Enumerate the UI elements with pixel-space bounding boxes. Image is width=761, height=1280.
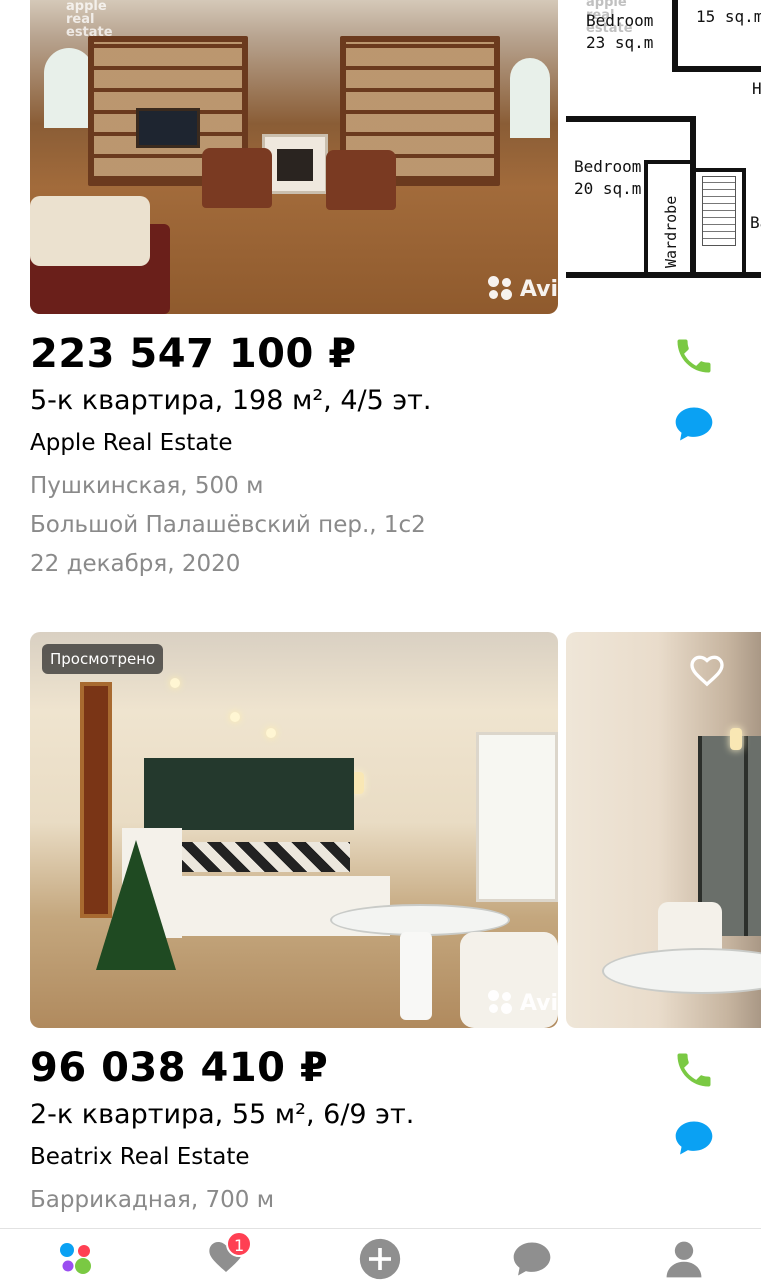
- backsplash-tiles: [180, 842, 350, 872]
- listing-agency: Apple Real Estate: [30, 430, 233, 456]
- chat-bubble-icon: [513, 1242, 551, 1276]
- floorplan-room-label: H: [752, 79, 761, 98]
- phone-icon: [677, 1053, 711, 1087]
- christmas-tree: [96, 840, 176, 970]
- phone-icon: [677, 339, 711, 373]
- favorite-button[interactable]: [687, 650, 727, 690]
- stairs: [702, 176, 736, 246]
- tab-messages[interactable]: [510, 1237, 554, 1280]
- listing-1-info[interactable]: 223 547 100 ₽ 5-к квартира, 198 м², 4/5 …: [30, 330, 431, 579]
- avito-dots-icon: [487, 276, 514, 302]
- message-button[interactable]: [672, 1116, 716, 1160]
- listing-title[interactable]: 2-к квартира, 55 м², 6/9 эт.: [30, 1098, 414, 1132]
- bottom-tab-bar: 1: [0, 1228, 761, 1280]
- window: [44, 48, 94, 128]
- favorites-count-badge: 1: [226, 1231, 253, 1257]
- listing-title[interactable]: 5-к квартира, 198 м², 4/5 эт.: [30, 384, 431, 418]
- listing-1-photo-living-room[interactable]: apple real estate Avi: [30, 0, 558, 314]
- tab-add[interactable]: [358, 1237, 402, 1280]
- table-leg: [400, 932, 432, 1020]
- armchair: [202, 148, 272, 208]
- floorplan-wardrobe-label: Wardrobe: [662, 195, 680, 268]
- listing-agency: Beatrix Real Estate: [30, 1144, 250, 1170]
- listing-2-info[interactable]: 96 038 410 ₽ 2-к квартира, 55 м², 6/9 эт…: [30, 1044, 414, 1215]
- brand-mark-text: Avi: [519, 276, 558, 302]
- photo-brand-mark: Avi: [487, 990, 558, 1016]
- listing-price[interactable]: 96 038 410 ₽: [30, 1044, 414, 1092]
- window: [476, 732, 558, 902]
- photo-brand-mark: Avi: [487, 276, 558, 302]
- listing-2-photo-room[interactable]: [566, 632, 761, 1028]
- tab-favorites[interactable]: 1: [204, 1231, 253, 1280]
- floorplan-room-label: 15 sq.m: [696, 7, 761, 26]
- viewed-badge: Просмотрено: [42, 644, 164, 674]
- heart-outline-icon: [690, 655, 724, 687]
- brand-mark-text: Avi: [519, 990, 558, 1016]
- dining-table: [602, 948, 761, 994]
- photo-watermark: apple real estate: [66, 0, 113, 39]
- listing-metro: Пушкинская, 500 м: [30, 473, 264, 499]
- armchair: [326, 150, 396, 210]
- listing-1-gallery[interactable]: apple real estate Avi apple real estate …: [30, 0, 761, 314]
- tab-home[interactable]: [54, 1237, 98, 1280]
- kitchen-cabinets: [144, 758, 354, 830]
- window: [510, 58, 550, 138]
- user-icon: [666, 1241, 702, 1278]
- listing-price[interactable]: 223 547 100 ₽: [30, 330, 431, 378]
- chat-bubble-icon: [675, 407, 713, 441]
- listing-metro: Баррикадная, 700 м: [30, 1187, 275, 1213]
- plus-circle-icon: [359, 1238, 401, 1280]
- avito-dots-icon: [487, 990, 514, 1016]
- listing-feed[interactable]: apple real estate Avi apple real estate …: [0, 0, 761, 1228]
- listing-2-photo-kitchen[interactable]: Просмотрено Avi: [30, 632, 558, 1028]
- call-button[interactable]: [672, 334, 716, 378]
- chat-bubble-icon: [675, 1121, 713, 1155]
- floorplan-room-label: Bedroom 23 sq.m: [586, 11, 654, 52]
- listing-address: Большой Палашёвский пер., 1с2: [30, 512, 426, 538]
- call-button[interactable]: [672, 1048, 716, 1092]
- listing-1-photo-floorplan[interactable]: apple real estate Bedroom 23 sq.m 15 sq.…: [566, 0, 761, 314]
- tv: [136, 108, 200, 148]
- floorplan-room-label: Ba: [750, 213, 761, 232]
- watermark-line: estate: [66, 25, 113, 40]
- floorplan-room-label: Bedroom 20 sq.m: [574, 157, 642, 198]
- listing-2-gallery[interactable]: Просмотрено Avi: [30, 632, 761, 1028]
- sofa-cream: [30, 196, 150, 266]
- listing-date: 22 декабря, 2020: [30, 551, 241, 577]
- message-button[interactable]: [672, 402, 716, 446]
- tab-profile[interactable]: [662, 1237, 706, 1280]
- avito-logo-icon: [60, 1243, 91, 1274]
